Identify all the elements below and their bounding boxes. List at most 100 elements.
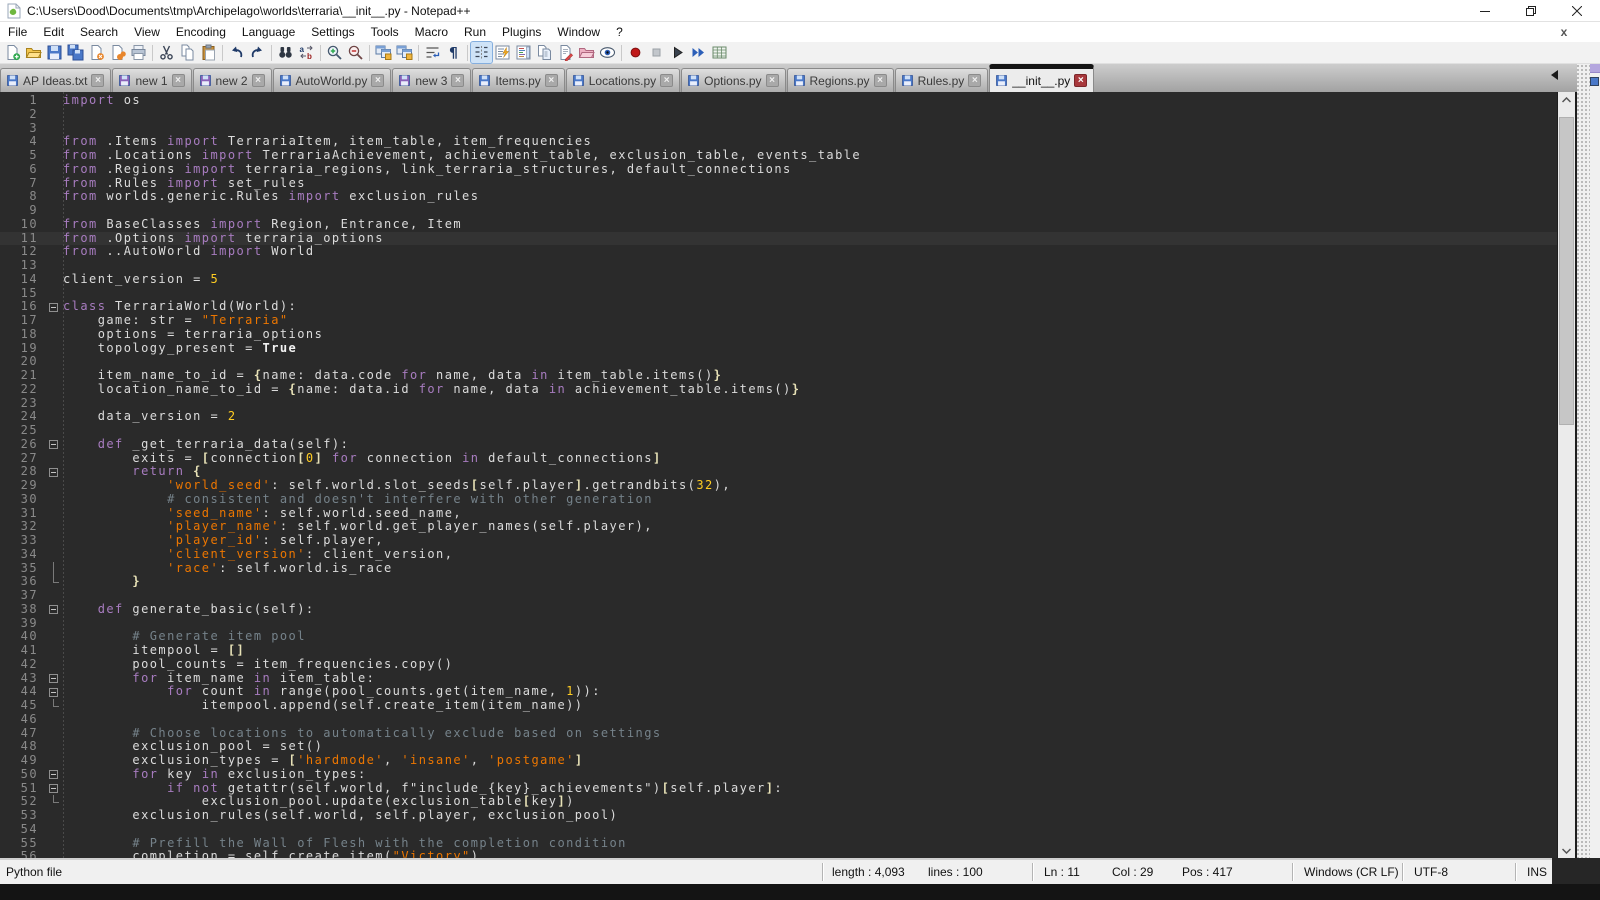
code-line[interactable]: 2 xyxy=(0,108,1557,122)
menu-settings[interactable]: Settings xyxy=(303,22,362,42)
folder-as-workspace-icon[interactable] xyxy=(576,42,597,63)
code-line[interactable]: 43 for item_name in item_table: xyxy=(0,672,1557,686)
fold-collapse-icon[interactable] xyxy=(46,782,63,796)
status-eol-format[interactable]: Windows (CR LF) xyxy=(1304,865,1399,879)
code-line[interactable]: 22 location_name_to_id = {name: data.id … xyxy=(0,383,1557,397)
menu-encoding[interactable]: Encoding xyxy=(168,22,234,42)
zoom-out-icon[interactable] xyxy=(345,42,366,63)
open-file-icon[interactable] xyxy=(23,42,44,63)
scrollbar-thumb[interactable] xyxy=(1559,117,1574,425)
code-line[interactable]: 12from ..AutoWorld import World xyxy=(0,245,1557,259)
code-line[interactable]: 38 def generate_basic(self): xyxy=(0,603,1557,617)
code-line[interactable]: 41 itempool = [] xyxy=(0,644,1557,658)
restore-button[interactable] xyxy=(1508,0,1554,22)
code-line[interactable]: 25 xyxy=(0,424,1557,438)
menu-view[interactable]: View xyxy=(126,22,168,42)
fold-collapse-icon[interactable] xyxy=(46,603,63,617)
tab-ap-ideas-txt[interactable]: AP Ideas.txt× xyxy=(0,68,111,92)
tab-new-2[interactable]: new 2× xyxy=(193,68,272,92)
close-button[interactable] xyxy=(1554,0,1600,22)
tab-rules-py[interactable]: Rules.py× xyxy=(895,68,989,92)
code-line[interactable]: 23 xyxy=(0,397,1557,411)
code-line[interactable]: 44 for count in range(pool_counts.get(it… xyxy=(0,685,1557,699)
code-line[interactable]: 19 topology_present = True xyxy=(0,342,1557,356)
find-icon[interactable] xyxy=(275,42,296,63)
code-line[interactable]: 35 'race': self.world.is_race xyxy=(0,562,1557,576)
close-icon[interactable] xyxy=(86,42,107,63)
tab-close-icon[interactable]: × xyxy=(252,74,265,87)
menu-macro[interactable]: Macro xyxy=(407,22,456,42)
sync-horizontal-icon[interactable] xyxy=(394,42,415,63)
code-line[interactable]: 3 xyxy=(0,122,1557,136)
code-line[interactable]: 51 if not getattr(self.world, f"include_… xyxy=(0,782,1557,796)
tab-new-3[interactable]: new 3× xyxy=(392,68,471,92)
status-encoding[interactable]: UTF-8 xyxy=(1414,865,1448,879)
tab--init-py[interactable]: __init__.py× xyxy=(989,64,1094,92)
code-line[interactable]: 18 options = terraria_options xyxy=(0,328,1557,342)
code-line[interactable]: 16class TerrariaWorld(World): xyxy=(0,300,1557,314)
code-line[interactable]: 26 def _get_terraria_data(self): xyxy=(0,438,1557,452)
code-line[interactable]: 24 data_version = 2 xyxy=(0,410,1557,424)
undo-icon[interactable] xyxy=(226,42,247,63)
code-line[interactable]: 6from .Regions import terraria_regions, … xyxy=(0,163,1557,177)
tab-regions-py[interactable]: Regions.py× xyxy=(787,68,894,92)
scroll-up-icon[interactable] xyxy=(1558,92,1575,107)
code-line[interactable]: 13 xyxy=(0,259,1557,273)
tab-close-icon[interactable]: × xyxy=(91,74,104,87)
code-line[interactable]: 1import os xyxy=(0,94,1557,108)
menu-language[interactable]: Language xyxy=(234,22,303,42)
zoom-in-icon[interactable] xyxy=(324,42,345,63)
menu-file[interactable]: File xyxy=(0,22,35,42)
macro-run-multiple-icon[interactable] xyxy=(688,42,709,63)
tab-scroll-left-icon[interactable] xyxy=(1551,70,1558,80)
tab-close-icon[interactable]: × xyxy=(451,74,464,87)
code-line[interactable]: 46 xyxy=(0,713,1557,727)
tab-close-icon[interactable]: × xyxy=(766,74,779,87)
code-line[interactable]: 17 game: str = "Terraria" xyxy=(0,314,1557,328)
menu-tools[interactable]: Tools xyxy=(363,22,407,42)
tab-close-icon[interactable]: × xyxy=(968,74,981,87)
save-icon[interactable] xyxy=(44,42,65,63)
close-all-icon[interactable] xyxy=(107,42,128,63)
minimize-button[interactable] xyxy=(1462,0,1508,22)
tab-locations-py[interactable]: Locations.py× xyxy=(566,68,680,92)
code-line[interactable]: 27 exits = [connection[0] for connection… xyxy=(0,452,1557,466)
code-line[interactable]: 29 'world_seed': self.world.slot_seeds[s… xyxy=(0,479,1557,493)
code-line[interactable]: 4from .Items import TerrariaItem, item_t… xyxy=(0,135,1557,149)
code-line[interactable]: 32 'player_name': self.world.get_player_… xyxy=(0,520,1557,534)
tab-autoworld-py[interactable]: AutoWorld.py× xyxy=(273,68,392,92)
monitoring-icon[interactable] xyxy=(597,42,618,63)
code-line[interactable]: 15 xyxy=(0,287,1557,301)
code-line[interactable]: 42 pool_counts = item_frequencies.copy() xyxy=(0,658,1557,672)
indent-guide-icon[interactable] xyxy=(471,42,492,63)
macro-play-icon[interactable] xyxy=(667,42,688,63)
code-line[interactable]: 30 # consistent and doesn't interfere wi… xyxy=(0,493,1557,507)
document-list-icon[interactable] xyxy=(534,42,555,63)
print-icon[interactable] xyxy=(128,42,149,63)
code-line[interactable]: 40 # Generate item pool xyxy=(0,630,1557,644)
replace-icon[interactable]: ab xyxy=(296,42,317,63)
code-line[interactable]: 50 for key in exclusion_types: xyxy=(0,768,1557,782)
menu-run[interactable]: Run xyxy=(456,22,494,42)
tab-close-icon[interactable]: × xyxy=(172,74,185,87)
tab-close-icon[interactable]: × xyxy=(660,74,673,87)
macro-stop-icon[interactable] xyxy=(646,42,667,63)
word-wrap-icon[interactable] xyxy=(422,42,443,63)
scroll-down-icon[interactable] xyxy=(1558,843,1575,858)
code-line[interactable]: 55 # Prefill the Wall of Flesh with the … xyxy=(0,837,1557,851)
panel-splitter[interactable] xyxy=(1577,64,1590,858)
code-line[interactable]: 34 'client_version': client_version, xyxy=(0,548,1557,562)
code-line[interactable]: 37 xyxy=(0,589,1557,603)
paste-icon[interactable] xyxy=(198,42,219,63)
fold-collapse-icon[interactable] xyxy=(46,438,63,452)
redo-icon[interactable] xyxy=(247,42,268,63)
code-line[interactable]: 28 return { xyxy=(0,465,1557,479)
function-list-icon[interactable] xyxy=(492,42,513,63)
code-line[interactable]: 39 xyxy=(0,617,1557,631)
menu-edit[interactable]: Edit xyxy=(35,22,72,42)
tab-close-icon[interactable]: × xyxy=(371,74,384,87)
tab-close-icon[interactable]: × xyxy=(545,74,558,87)
code-line[interactable]: 5from .Locations import TerrariaAchievem… xyxy=(0,149,1557,163)
show-all-characters-icon[interactable]: ¶ xyxy=(443,42,464,63)
save-all-icon[interactable] xyxy=(65,42,86,63)
